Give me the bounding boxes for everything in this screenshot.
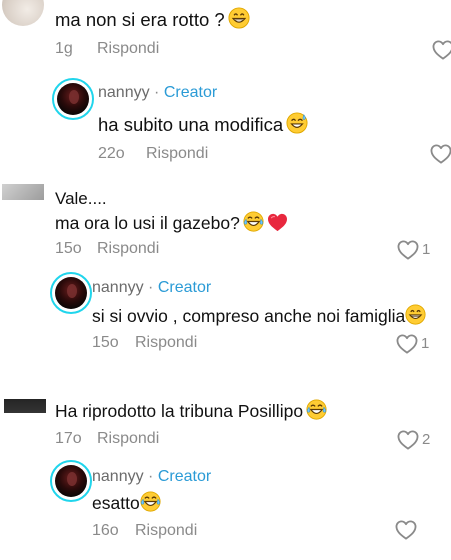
reply-button[interactable]: Rispondi — [146, 145, 208, 163]
reply-button[interactable]: Rispondi — [97, 240, 159, 258]
heart-outline-icon[interactable] — [397, 430, 419, 450]
heart-outline-icon[interactable] — [430, 144, 451, 164]
comment-text: si si ovvio , compreso anche noi famigli… — [92, 304, 426, 331]
comment-time: 22o — [98, 145, 125, 162]
like-count: 1 — [422, 241, 431, 258]
heart-outline-icon[interactable] — [396, 334, 418, 354]
comment-username[interactable]: nannyy · Creator — [98, 84, 217, 102]
tears-of-joy-emoji-icon — [243, 211, 264, 238]
avatar[interactable] — [4, 399, 46, 413]
comment-text: ha subito una modifica — [98, 112, 308, 140]
comment-username[interactable]: nannyy · Creator — [92, 468, 211, 486]
comment-text: esatto — [92, 491, 161, 518]
like-count: 2 — [422, 431, 431, 448]
creator-avatar[interactable] — [50, 272, 92, 314]
comment-time: 15o — [92, 334, 119, 351]
tears-of-joy-emoji-icon — [140, 491, 161, 518]
comment-time: 16o — [92, 522, 119, 539]
heart-outline-icon[interactable] — [397, 240, 419, 260]
comment-time: 15o — [55, 240, 82, 257]
grinning-face-emoji-icon — [405, 304, 426, 331]
creator-avatar[interactable] — [52, 78, 94, 120]
creator-avatar[interactable] — [50, 460, 92, 502]
heart-outline-icon[interactable] — [432, 40, 451, 60]
comment-text: ma non si era rotto ? — [55, 7, 250, 35]
reply-button[interactable]: Rispondi — [97, 430, 159, 448]
comment-time: 1g — [55, 40, 73, 57]
comment-time: 17o — [55, 430, 82, 447]
like-count: 1 — [421, 335, 430, 352]
comment-username[interactable]: nannyy · Creator — [92, 279, 211, 297]
avatar[interactable] — [2, 0, 44, 26]
creator-badge: Creator — [163, 84, 218, 101]
comment-username[interactable]: Vale.... — [55, 189, 107, 209]
red-heart-emoji-icon — [267, 213, 288, 238]
reply-button[interactable]: Rispondi — [97, 40, 159, 58]
heart-outline-icon[interactable] — [395, 520, 417, 540]
comment-text: Ha riprodotto la tribuna Posillipo — [55, 399, 327, 426]
creator-badge: Creator — [157, 468, 212, 485]
grinning-face-emoji-icon — [228, 7, 250, 35]
avatar[interactable] — [2, 184, 44, 200]
tears-of-joy-emoji-icon — [306, 399, 327, 426]
creator-badge: Creator — [157, 279, 212, 296]
reply-button[interactable]: Rispondi — [135, 522, 197, 540]
sweat-smile-emoji-icon — [286, 112, 308, 140]
reply-button[interactable]: Rispondi — [135, 334, 197, 352]
comment-text: ma ora lo usi il gazebo? — [55, 211, 288, 238]
